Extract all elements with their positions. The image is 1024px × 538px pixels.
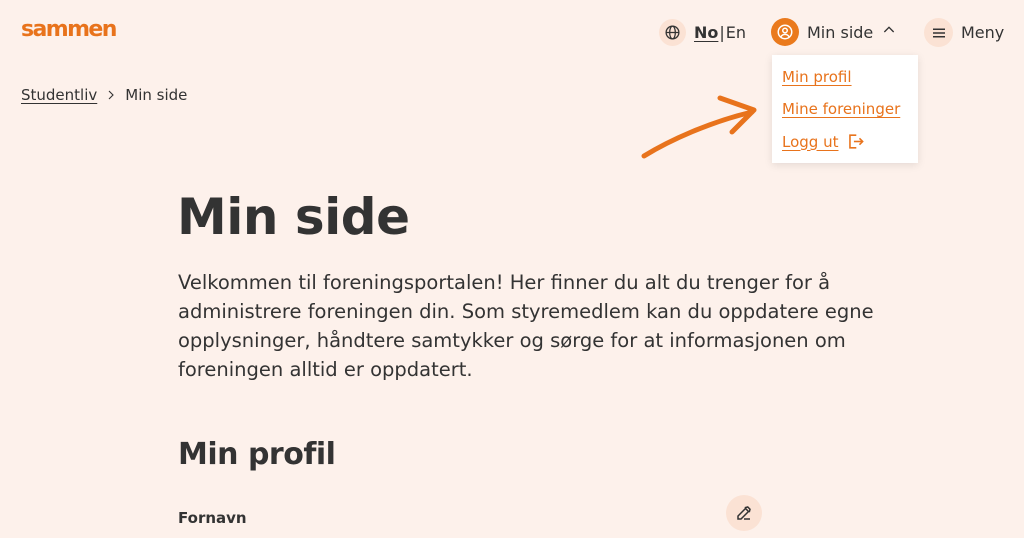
- chevron-right-icon: [105, 89, 117, 101]
- min-side-button[interactable]: Min side: [771, 18, 897, 46]
- language-switcher: No | En: [659, 19, 746, 46]
- pencil-icon: [735, 504, 753, 522]
- lang-en-link[interactable]: En: [726, 23, 746, 42]
- menu-label: Meny: [961, 23, 1005, 42]
- page-title: Min side: [177, 188, 410, 246]
- edit-first-name-button[interactable]: [726, 495, 762, 531]
- page: sammen No | En Min side Meny Min profil …: [0, 0, 1024, 538]
- arrow-annotation: [641, 95, 757, 159]
- menu-button[interactable]: Meny: [924, 18, 1004, 47]
- lang-separator: |: [719, 23, 725, 42]
- lang-no-link[interactable]: No: [694, 23, 718, 42]
- breadcrumb-link-studentliv[interactable]: Studentliv: [21, 86, 97, 104]
- chevron-up-icon: [881, 22, 897, 42]
- breadcrumb: Studentliv Min side: [21, 86, 187, 104]
- profile-heading: Min profil: [178, 437, 336, 472]
- globe-icon[interactable]: [659, 19, 686, 46]
- logo[interactable]: sammen: [21, 17, 117, 42]
- first-name-label: Fornavn: [178, 509, 247, 527]
- user-icon: [771, 18, 799, 46]
- dropdown-item-mine-foreninger[interactable]: Mine foreninger: [782, 100, 900, 118]
- logg-ut-label: Logg ut: [782, 132, 839, 151]
- logout-icon: [846, 132, 865, 151]
- intro-text: Velkommen til foreningsportalen! Her fin…: [178, 271, 874, 381]
- dropdown-item-logg-ut[interactable]: Logg ut: [782, 132, 865, 151]
- min-side-dropdown: Min profil Mine foreninger Logg ut: [772, 55, 918, 163]
- hamburger-icon: [924, 18, 953, 47]
- breadcrumb-current: Min side: [125, 86, 188, 104]
- dropdown-item-min-profil[interactable]: Min profil: [782, 68, 852, 86]
- min-side-label: Min side: [807, 22, 874, 42]
